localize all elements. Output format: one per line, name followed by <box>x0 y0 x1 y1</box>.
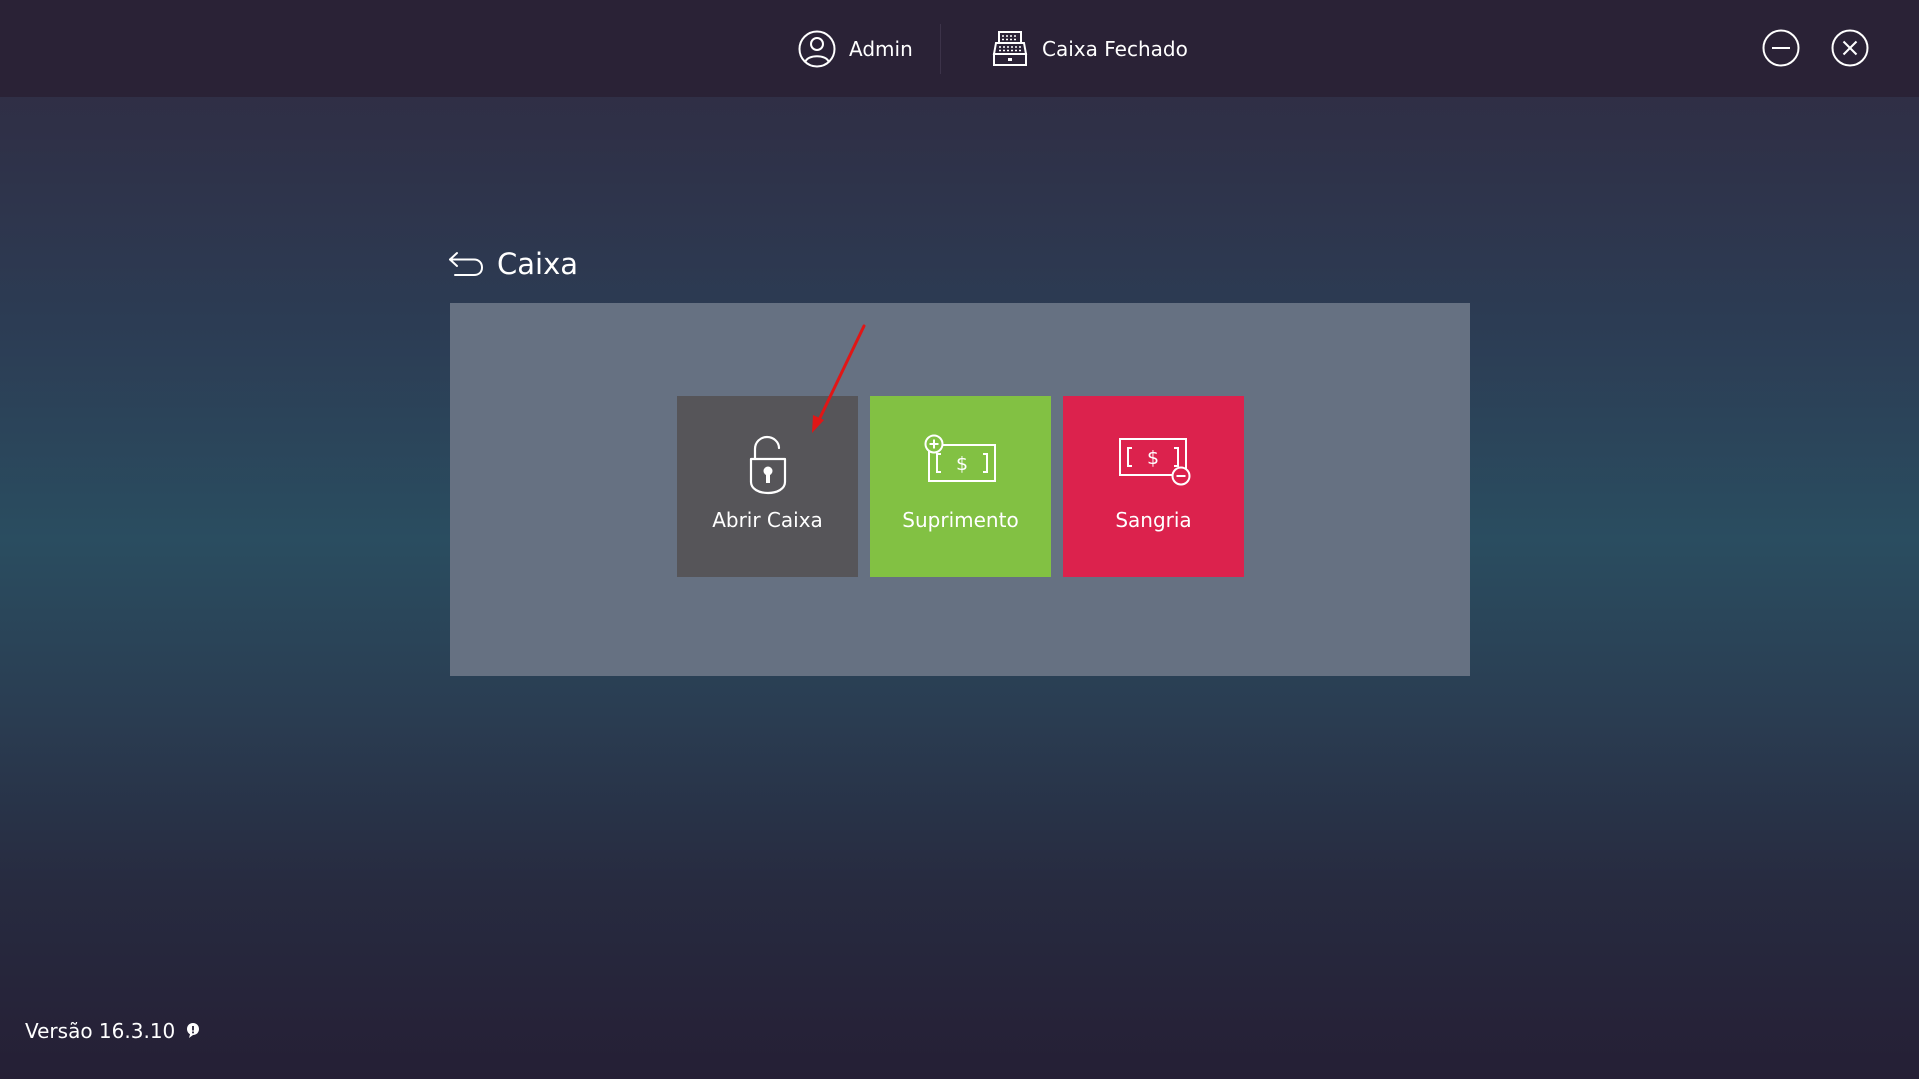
actions-panel: Abrir Caixa $ Suprimento $ Sangria <box>450 303 1470 676</box>
withdraw-button[interactable]: $ Sangria <box>1063 396 1244 577</box>
close-button[interactable] <box>1831 29 1869 67</box>
page-title: Caixa <box>497 247 579 281</box>
close-icon <box>1831 29 1869 67</box>
version-label: Versão 16.3.10 <box>25 1019 176 1043</box>
back-arrow-icon[interactable] <box>447 249 485 279</box>
cash-register-icon <box>992 30 1028 66</box>
minimize-button[interactable] <box>1762 29 1800 67</box>
section-header: Caixa <box>447 244 578 284</box>
svg-text:$: $ <box>1146 447 1158 469</box>
svg-text:$: $ <box>955 453 967 475</box>
user-icon <box>798 30 836 67</box>
version-info: Versão 16.3.10 <box>25 1017 201 1045</box>
register-status[interactable]: Caixa Fechado <box>990 0 1188 97</box>
supply-button[interactable]: $ Suprimento <box>870 396 1051 577</box>
header-divider <box>940 24 941 74</box>
minimize-icon <box>1762 29 1800 67</box>
user-indicator[interactable]: Admin <box>797 0 913 97</box>
register-status-label: Caixa Fechado <box>1042 36 1188 61</box>
withdraw-label: Sangria <box>1115 508 1192 532</box>
cash-remove-icon: $ <box>1118 438 1190 486</box>
unlock-icon <box>749 435 786 495</box>
info-icon[interactable] <box>185 1022 201 1040</box>
top-bar: Admin Caixa Fechado <box>0 0 1919 97</box>
open-register-label: Abrir Caixa <box>712 508 823 532</box>
open-register-button[interactable]: Abrir Caixa <box>677 396 858 577</box>
cash-add-icon: $ <box>924 434 996 482</box>
user-name: Admin <box>849 36 913 61</box>
supply-label: Suprimento <box>902 508 1019 532</box>
